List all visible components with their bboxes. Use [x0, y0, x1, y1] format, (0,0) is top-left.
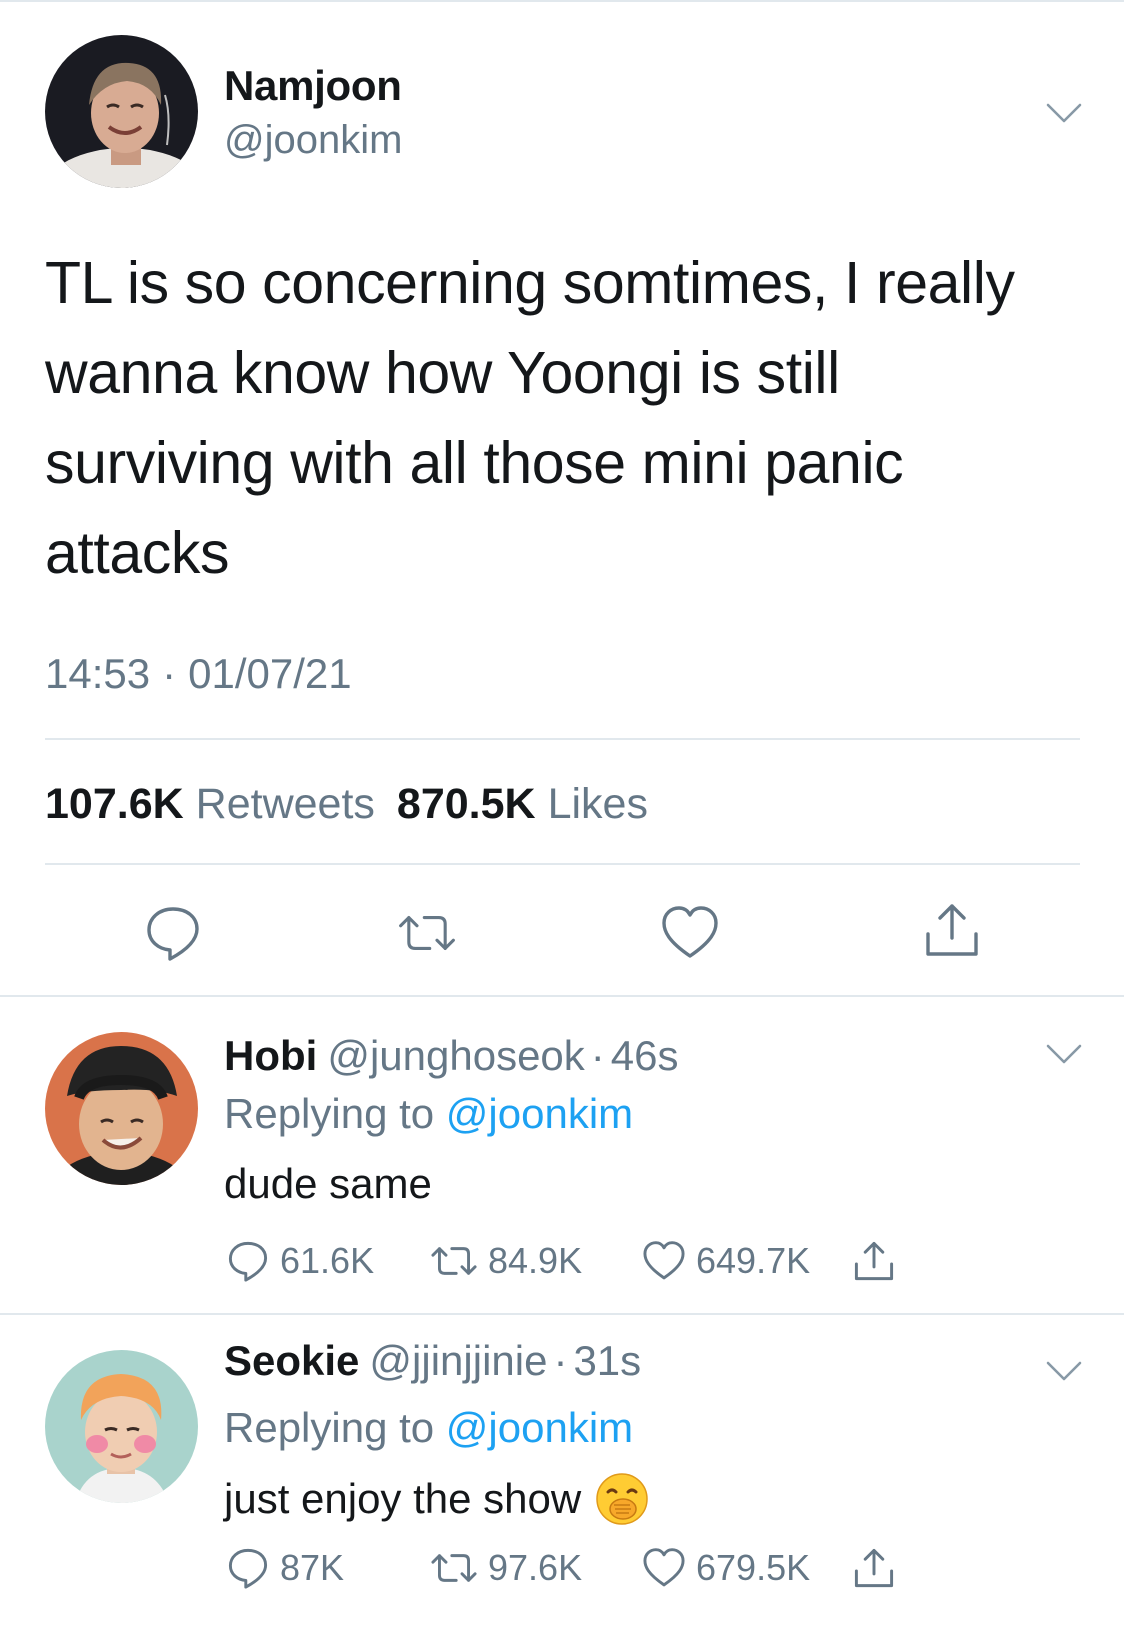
reply-action-bar: 61.6K 84.9K 649.7K — [224, 1236, 924, 1286]
likes-label[interactable]: Likes — [548, 780, 648, 828]
divider — [45, 738, 1080, 740]
reply-icon — [228, 1548, 268, 1589]
like-icon — [662, 906, 718, 958]
replying-mention[interactable]: @joonkim — [446, 1090, 633, 1137]
replying-prefix: Replying to — [224, 1090, 435, 1137]
reply-count: 61.6K — [280, 1240, 375, 1281]
divider — [45, 863, 1080, 865]
retweet-button[interactable] — [397, 903, 457, 963]
chevron-down-icon[interactable] — [1046, 102, 1082, 124]
tweet-timestamp[interactable]: 14:53 · 01/07/21 — [45, 650, 352, 698]
top-border — [0, 0, 1124, 2]
reply-time[interactable]: 31s — [573, 1337, 641, 1384]
chevron-down-icon[interactable] — [1046, 1043, 1082, 1065]
tweet-text: TL is so concerning somtimes, I really w… — [45, 250, 1015, 586]
reply-author-name[interactable]: Hobi — [224, 1032, 317, 1079]
share-icon — [854, 1548, 894, 1588]
timestamp-separator: · — [162, 650, 177, 697]
reply-text-content: dude same — [224, 1160, 432, 1207]
like-button[interactable]: 649.7K — [642, 1236, 810, 1286]
retweets-count[interactable]: 107.6K — [45, 780, 184, 828]
retweet-icon — [431, 1554, 477, 1582]
like-button[interactable] — [660, 903, 720, 963]
retweet-button[interactable]: 97.6K — [430, 1543, 582, 1593]
divider — [0, 1313, 1124, 1315]
replying-to: Replying to @joonkim — [224, 1404, 633, 1452]
author-handle[interactable]: @joonkim — [224, 118, 402, 163]
like-button[interactable]: 679.5K — [642, 1543, 810, 1593]
divider — [0, 995, 1124, 997]
reply-avatar[interactable] — [45, 1350, 198, 1503]
like-count: 649.7K — [696, 1240, 811, 1281]
retweet-icon — [431, 1247, 477, 1275]
reply-button[interactable]: 61.6K — [226, 1236, 374, 1286]
chevron-down-icon[interactable] — [1046, 1360, 1082, 1382]
reply-author-name[interactable]: Seokie — [224, 1337, 359, 1384]
face-with-hand-over-mouth-icon — [595, 1472, 649, 1526]
reply-author-handle[interactable]: @junghoseok — [327, 1032, 584, 1079]
reply-dot: · — [553, 1337, 568, 1384]
reply-avatar[interactable] — [45, 1032, 198, 1185]
tweet-date: 01/07/21 — [188, 650, 352, 697]
reply-action-bar: 87K 97.6K 679.5K — [224, 1543, 924, 1593]
retweet-button[interactable]: 84.9K — [430, 1236, 582, 1286]
reply-header: Hobi @junghoseok · 46s — [224, 1032, 679, 1080]
likes-count[interactable]: 870.5K — [397, 780, 536, 828]
tweet-stats: 107.6K Retweets 870.5K Likes — [45, 780, 670, 829]
tweet-time: 14:53 — [45, 650, 151, 697]
share-button[interactable] — [922, 900, 982, 960]
author-avatar[interactable] — [45, 35, 198, 188]
replying-prefix: Replying to — [224, 1404, 435, 1451]
retweet-count: 84.9K — [488, 1240, 583, 1281]
reply-count: 87K — [280, 1547, 345, 1588]
reply-button[interactable]: 87K — [226, 1543, 344, 1593]
replying-mention[interactable]: @joonkim — [446, 1404, 633, 1451]
reply-button[interactable] — [143, 903, 203, 963]
retweet-count: 97.6K — [488, 1547, 583, 1588]
share-icon — [854, 1241, 894, 1281]
reply-text: just enjoy the show — [224, 1472, 649, 1526]
retweets-label[interactable]: Retweets — [196, 780, 375, 828]
like-count: 679.5K — [696, 1547, 811, 1588]
reply-icon — [147, 907, 199, 961]
replying-to: Replying to @joonkim — [224, 1090, 633, 1138]
reply-text: dude same — [224, 1160, 432, 1208]
reply-text-content: just enjoy the show — [224, 1475, 582, 1522]
like-icon — [643, 1241, 685, 1280]
like-icon — [643, 1548, 685, 1587]
reply-header: Seokie @jjinjjinie · 31s — [224, 1337, 641, 1385]
reply-author-handle[interactable]: @jjinjjinie — [369, 1337, 547, 1384]
reply-icon — [228, 1241, 268, 1282]
share-button[interactable] — [852, 1543, 896, 1593]
share-icon — [926, 904, 978, 956]
reply-time[interactable]: 46s — [611, 1032, 679, 1079]
retweet-icon — [399, 916, 455, 950]
author-name[interactable]: Namjoon — [224, 62, 402, 110]
reply-dot: · — [590, 1032, 605, 1079]
share-button[interactable] — [852, 1236, 896, 1286]
